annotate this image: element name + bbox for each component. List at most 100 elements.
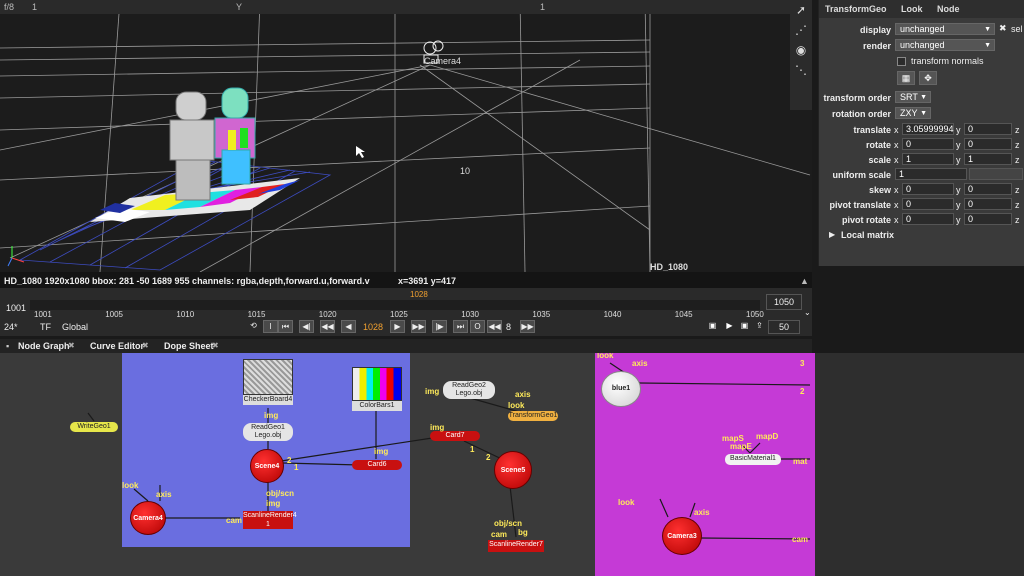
uniform-scale-slider[interactable] xyxy=(969,168,1023,180)
pivot-translate-x-field[interactable]: 0 xyxy=(902,198,954,210)
pipe-axis: axis xyxy=(694,508,710,517)
tab-node[interactable]: Node xyxy=(937,4,960,14)
scope-dropdown[interactable]: Global xyxy=(62,322,88,332)
render-dropdown[interactable]: unchanged ▼ xyxy=(895,39,995,51)
step-increment-field[interactable]: 8 xyxy=(506,322,511,332)
timeline-slider[interactable] xyxy=(30,300,760,310)
pipe-obj-scn: obj/scn xyxy=(494,519,523,528)
node-colorbars1[interactable]: ColorBars1 xyxy=(352,401,402,411)
bounce-icon[interactable]: ▶ xyxy=(722,320,737,333)
render-label: render xyxy=(862,41,891,51)
rotate-y-field[interactable]: 0 xyxy=(964,138,1012,150)
scale-y-field[interactable]: 1 xyxy=(964,153,1012,165)
rotation-order-value: ZXY xyxy=(900,108,918,118)
readgeo2-file: Lego.obj xyxy=(455,390,483,397)
pivot-rotate-x-field[interactable]: 0 xyxy=(902,213,954,225)
flipbook-icon[interactable]: ▣ xyxy=(737,320,752,333)
fps-dropdown[interactable]: 24* xyxy=(4,322,18,332)
node-readgeo2[interactable]: ReadGeo2 Lego.obj xyxy=(443,381,495,399)
x-axis-label: x xyxy=(894,155,899,165)
sel-checkbox-icon[interactable]: ✖ xyxy=(999,23,1007,34)
collapse-arrow-icon[interactable]: ▲ xyxy=(800,276,809,286)
transform-normals-checkbox[interactable] xyxy=(897,57,906,66)
translate-x-field[interactable]: 3.05999994 xyxy=(902,123,954,135)
node-card7[interactable]: Card7 xyxy=(430,431,480,441)
playback-count-field[interactable]: 50 xyxy=(768,320,800,334)
node-basicmaterial1[interactable]: BasicMaterial1 xyxy=(725,454,781,465)
export-icon[interactable]: ⇪ xyxy=(752,320,767,333)
node-transformgeo1[interactable]: TransformGeo1 xyxy=(508,411,558,421)
prev-keyframe-icon[interactable]: ◀| xyxy=(299,320,314,333)
rotate-label: rotate xyxy=(865,140,891,150)
pivot-rotate-y-field[interactable]: 0 xyxy=(964,213,1012,225)
z-axis-label: z xyxy=(1015,155,1020,165)
vertex-select-icon[interactable]: ⋰ xyxy=(793,22,809,38)
current-frame-marker[interactable]: 1028 xyxy=(410,290,428,299)
timeline-end[interactable]: 1050 xyxy=(766,294,802,310)
playback-options-icon[interactable]: ⟲ xyxy=(246,320,261,333)
node-card6[interactable]: Card6 xyxy=(352,460,402,470)
loop-icon[interactable]: ▣ xyxy=(705,320,720,333)
scale-x-field[interactable]: 1 xyxy=(902,153,954,165)
node-graph[interactable]: WriteGeo1 CheckerBoard4 ColorBars1 ReadG… xyxy=(0,353,1024,576)
close-icon[interactable]: ✖ xyxy=(68,341,75,350)
last-frame-icon[interactable]: ⏭ xyxy=(453,320,468,333)
rotation-order-dropdown[interactable]: ZXY ▼ xyxy=(895,107,931,119)
pipe-cam: cam xyxy=(792,535,809,544)
node-checkerboard4[interactable]: CheckerBoard4 xyxy=(243,395,293,405)
tab-curve-editor[interactable]: Curve Editor xyxy=(90,341,144,351)
node-scanlinerender7[interactable]: ScanlineRender7 xyxy=(488,540,544,552)
pivot-icon[interactable]: ✥ xyxy=(919,71,937,85)
pivot-translate-y-field[interactable]: 0 xyxy=(964,198,1012,210)
tab-dope-sheet[interactable]: Dope Sheet xyxy=(164,341,214,351)
translate-label: translate xyxy=(853,125,891,135)
out-point-icon[interactable]: O xyxy=(470,320,485,333)
skip-forward-icon[interactable]: ▶▶ xyxy=(520,320,535,333)
play-forward-icon[interactable]: ▶ xyxy=(390,320,405,333)
next-keyframe-icon[interactable]: |▶ xyxy=(432,320,447,333)
tab-menu-icon[interactable]: ▪ xyxy=(6,341,9,351)
scene5-label: Scene5 xyxy=(500,467,526,474)
node-scanlinerender4[interactable]: ScanlineRender4 1 xyxy=(243,511,297,529)
uniform-scale-field[interactable]: 1 xyxy=(895,168,967,180)
chevron-down-icon: ▼ xyxy=(984,26,991,33)
node-readgeo1[interactable]: ReadGeo1 Lego.obj xyxy=(243,423,293,441)
skew-x-field[interactable]: 0 xyxy=(902,183,954,195)
transform-order-dropdown[interactable]: SRT ▼ xyxy=(895,91,931,103)
timeline-start[interactable]: 1001 xyxy=(6,303,26,313)
display-dropdown[interactable]: unchanged ▼ xyxy=(895,23,995,35)
tab-transformgeo[interactable]: TransformGeo xyxy=(825,4,887,14)
properties-tabs: TransformGeo Look Node xyxy=(819,0,1024,18)
skip-back-icon[interactable]: ◀◀ xyxy=(487,320,502,333)
object-select-icon[interactable]: ◉ xyxy=(793,42,809,58)
pipe-img: img xyxy=(266,499,281,508)
close-icon[interactable]: ✖ xyxy=(142,341,149,350)
rotate-x-field[interactable]: 0 xyxy=(902,138,954,150)
chevron-down-icon[interactable]: ⌄ xyxy=(804,308,811,317)
tab-node-graph[interactable]: Node Graph xyxy=(18,341,70,351)
first-frame-icon[interactable]: ⏮ xyxy=(278,320,293,333)
step-back-icon[interactable]: ◀◀ xyxy=(320,320,335,333)
snap-menu-icon[interactable]: ▦ xyxy=(897,71,915,85)
tf-dropdown[interactable]: TF xyxy=(40,322,51,332)
camera4-viewer-label: Camera4 xyxy=(424,56,462,66)
fstop-label[interactable]: f/8 xyxy=(4,2,14,12)
viewer-3d[interactable]: f/8 1 Y 1 Camera4 10 HD_1080 ➚ ⋰ ◉ ⋱ xyxy=(0,0,812,272)
node-writegeo1[interactable]: WriteGeo1 xyxy=(70,422,118,432)
current-frame-field[interactable]: 1028 xyxy=(363,322,383,332)
expand-triangle-icon[interactable]: ▶ xyxy=(829,230,835,239)
bbox-info: bbox: 281 -50 1689 955 channels: rgba,de… xyxy=(92,276,370,286)
node-checkerboard-thumbnail[interactable] xyxy=(243,359,293,395)
frame-label[interactable]: 1 xyxy=(32,2,37,12)
close-icon[interactable]: ✖ xyxy=(212,341,219,350)
node-colorbars-thumbnail[interactable] xyxy=(352,367,402,401)
translate-y-field[interactable]: 0 xyxy=(964,123,1012,135)
tab-look[interactable]: Look xyxy=(901,4,923,14)
play-backward-icon[interactable]: ◀ xyxy=(341,320,356,333)
local-matrix-label[interactable]: Local matrix xyxy=(841,230,894,240)
in-point-icon[interactable]: I xyxy=(263,320,278,333)
step-forward-icon[interactable]: ▶▶ xyxy=(411,320,426,333)
select-arrow-icon[interactable]: ➚ xyxy=(793,2,809,18)
skew-y-field[interactable]: 0 xyxy=(964,183,1012,195)
node-select-icon[interactable]: ⋱ xyxy=(793,62,809,78)
